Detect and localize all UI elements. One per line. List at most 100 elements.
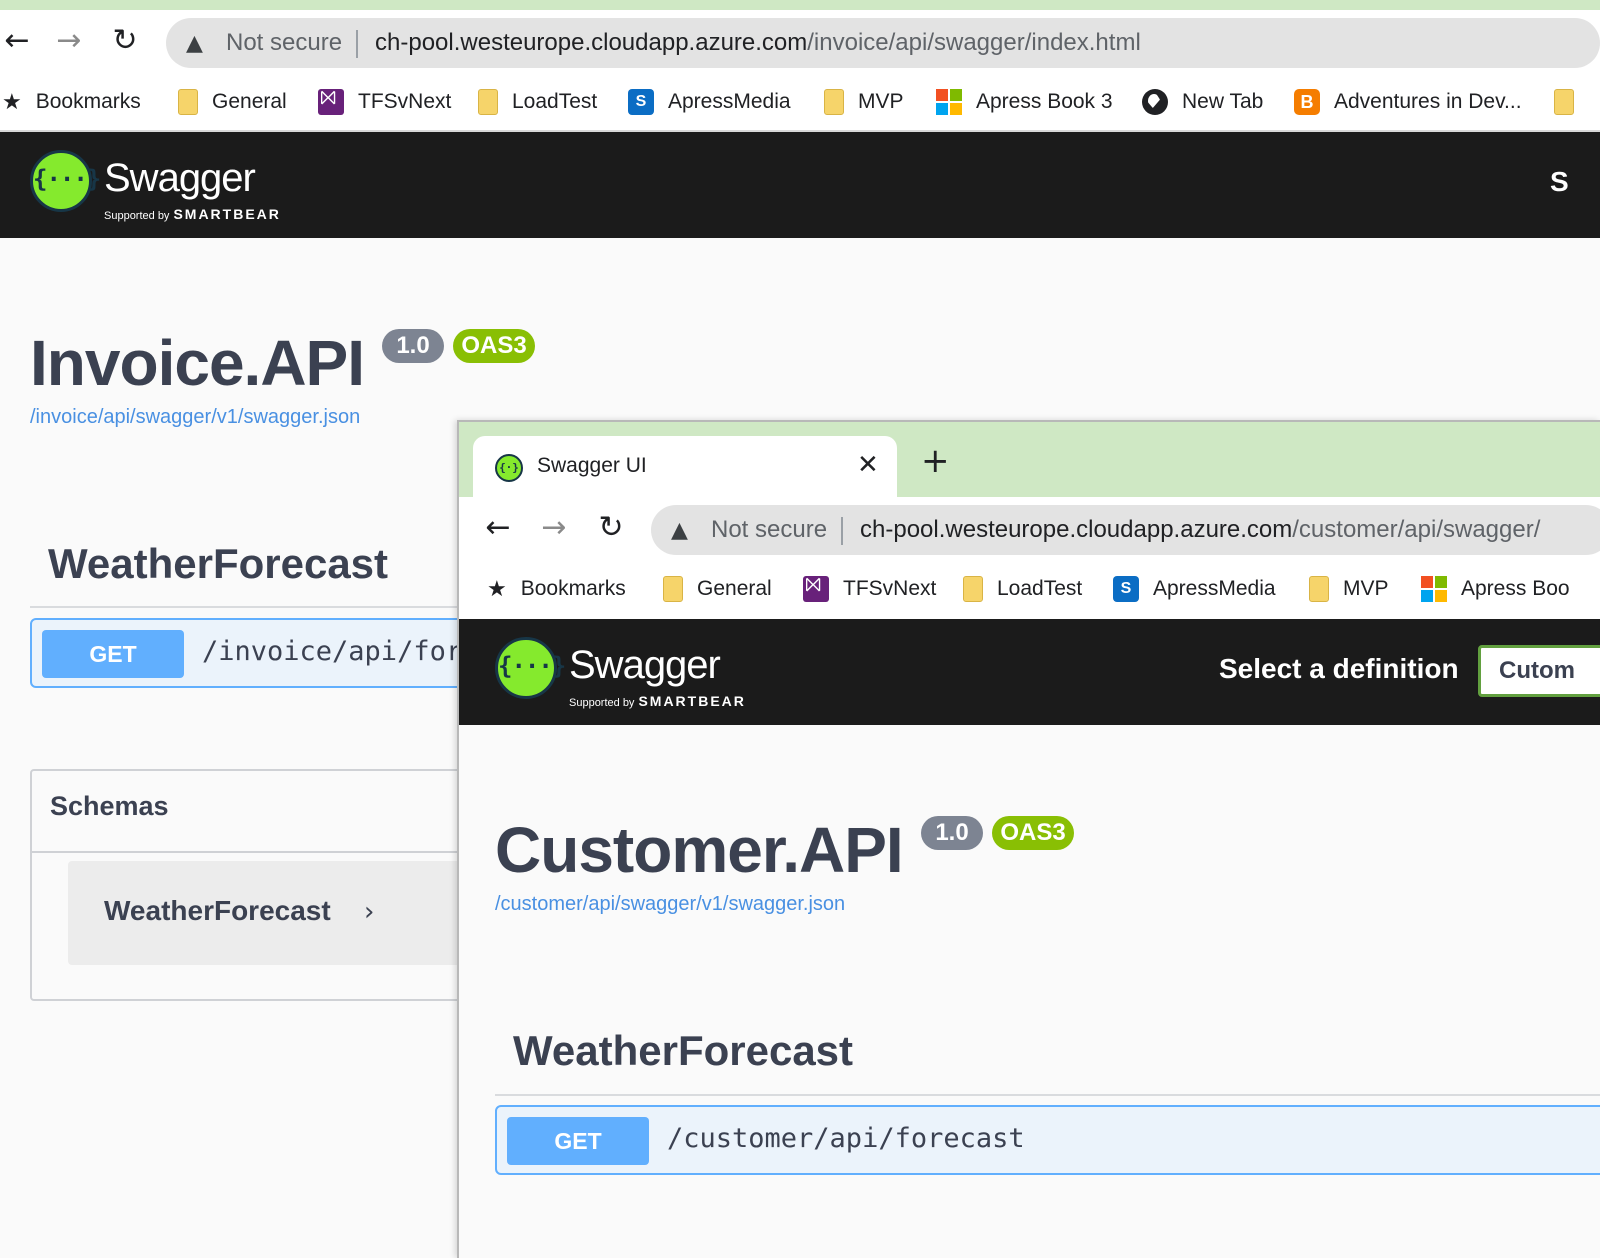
bookmark-general[interactable]: General: [663, 573, 772, 605]
url-host: ch-pool.westeurope.cloudapp.azure.com: [860, 516, 1293, 543]
bookmark-mvp[interactable]: MVP: [824, 86, 904, 118]
swagger-topbar: {···} Swagger Supported by SMARTBEAR Sele…: [459, 619, 1600, 725]
schemas-section: Schemas WeatherForecast ›: [30, 769, 508, 1001]
url-path: /invoice/api/swagger/index.html: [807, 29, 1141, 56]
smartbear-label: SMARTBEAR: [638, 693, 746, 709]
omnibox[interactable]: ▲ Not secure ch-pool.westeurope.cloudapp…: [166, 18, 1600, 68]
bookmark-label: LoadTest: [512, 90, 598, 113]
bookmark-label: Apress Book 3: [976, 90, 1113, 113]
not-secure-label: Not secure: [711, 516, 828, 543]
schema-weatherforecast[interactable]: WeatherForecast ›: [68, 861, 508, 965]
tab-strip: [0, 0, 1600, 10]
bookmark-label: TFSvNext: [358, 90, 452, 113]
reload-icon[interactable]: ↻: [594, 511, 628, 545]
address-bar-row: ← → ↻ ▲ Not secure ch-pool.westeurope.cl…: [459, 497, 1600, 563]
swagger-json-link[interactable]: /invoice/api/swagger/v1/swagger.json: [30, 406, 360, 429]
oas-badge: OAS3: [453, 329, 535, 363]
swagger-logo-icon[interactable]: {···}: [495, 637, 566, 699]
forward-arrow-icon[interactable]: →: [537, 511, 571, 545]
smartbear-label: SMARTBEAR: [173, 206, 281, 222]
bookmark-new-tab[interactable]: New Tab: [1142, 86, 1263, 118]
bookmark-apressmedia[interactable]: S ApressMedia: [1113, 573, 1276, 605]
bookmark-apress-book-3[interactable]: Apress Boo: [1421, 573, 1570, 605]
bookmarks-bar: ★ Bookmarks General TFSvNext LoadTest S Ap…: [0, 76, 1600, 132]
folder-icon: [824, 89, 844, 115]
omnibox-separator: [841, 517, 843, 545]
bookmarks-button[interactable]: ★ Bookmarks: [487, 573, 626, 605]
swagger-json-link[interactable]: /customer/api/swagger/v1/swagger.json: [495, 893, 845, 916]
get-forecast-operation[interactable]: GET /customer/api/forecast: [495, 1105, 1600, 1175]
get-method-badge: GET: [42, 630, 184, 678]
oas-badge: OAS3: [992, 816, 1074, 850]
sharepoint-icon: S: [628, 89, 654, 115]
bookmarks-bar: ★ Bookmarks General TFSvNext LoadTest S Ap…: [459, 563, 1600, 619]
bookmark-label: LoadTest: [997, 577, 1083, 600]
bookmark-tfsvnext[interactable]: TFSvNext: [318, 86, 451, 118]
back-arrow-icon[interactable]: ←: [481, 511, 515, 545]
warning-icon: ▲: [186, 31, 203, 56]
swagger-brand: Swagger: [104, 156, 256, 200]
folder-icon: [1309, 576, 1329, 602]
tag-divider: [495, 1094, 1600, 1096]
omnibox[interactable]: ▲ Not secure ch-pool.westeurope.cloudapp…: [651, 505, 1600, 555]
bookmark-general[interactable]: General: [178, 86, 287, 118]
star-icon: ★: [487, 576, 507, 601]
bookmark-label: ApressMedia: [668, 90, 791, 113]
get-method-badge: GET: [507, 1117, 649, 1165]
bookmark-label: MVP: [1343, 577, 1389, 600]
omnibox-separator: [356, 30, 358, 58]
bookmark-loadtest[interactable]: LoadTest: [963, 573, 1082, 605]
schemas-divider: [32, 851, 488, 853]
supported-by-label: Supported by: [569, 697, 635, 709]
schema-name: WeatherForecast: [104, 895, 331, 926]
supported-by-text: Supported by SMARTBEAR: [569, 693, 746, 709]
microsoft-icon: [1421, 576, 1447, 602]
back-arrow-icon[interactable]: ←: [0, 24, 34, 58]
bookmark-label: General: [212, 90, 287, 113]
bookmark-label: TFSvNext: [843, 577, 937, 600]
bookmark-label: ApressMedia: [1153, 577, 1276, 600]
microsoft-icon: [936, 89, 962, 115]
folder-icon: [478, 89, 498, 115]
bookmark-loadtest[interactable]: LoadTest: [478, 86, 597, 118]
visual-studio-icon: [318, 87, 344, 115]
blogger-icon: B: [1294, 89, 1320, 115]
tag-weatherforecast[interactable]: WeatherForecast: [48, 540, 388, 588]
new-tab-plus-icon[interactable]: +: [921, 444, 950, 478]
url-path: /customer/api/swagger/: [1292, 516, 1541, 543]
bookmark-label: General: [697, 577, 772, 600]
tab-title: Swagger UI: [537, 454, 647, 477]
bookmark-label: Apress Boo: [1461, 577, 1570, 600]
bookmark-adventures[interactable]: B Adventures in Dev...: [1294, 86, 1522, 118]
tag-divider: [30, 606, 470, 608]
forward-arrow-icon[interactable]: →: [52, 24, 86, 58]
tab-swagger-ui[interactable]: {·} Swagger UI ✕: [473, 436, 897, 497]
url-text[interactable]: ch-pool.westeurope.cloudapp.azure.com/cu…: [860, 516, 1540, 544]
schemas-title[interactable]: Schemas: [50, 791, 169, 822]
bookmark-tfsvnext[interactable]: TFSvNext: [803, 573, 936, 605]
bookmark-apressmedia[interactable]: S ApressMedia: [628, 86, 791, 118]
chevron-right-icon: ›: [364, 897, 375, 927]
reload-icon[interactable]: ↻: [108, 24, 142, 58]
get-forecast-operation[interactable]: GET /invoice/api/forecast: [30, 618, 490, 688]
swagger-logo-icon[interactable]: {···}: [30, 150, 101, 212]
bookmark-mvp[interactable]: MVP: [1309, 573, 1389, 605]
bookmark-overflow-folder[interactable]: [1554, 86, 1588, 118]
bookmark-apress-book-3[interactable]: Apress Book 3: [936, 86, 1113, 118]
bookmarks-label: Bookmarks: [520, 577, 626, 600]
definition-select[interactable]: Cutom: [1478, 645, 1600, 697]
customer-browser-window: {·} Swagger UI ✕ + ← → ↻ ▲ Not secure ch…: [457, 420, 1600, 1258]
folder-icon: [663, 576, 683, 602]
tag-weatherforecast[interactable]: WeatherForecast: [513, 1027, 853, 1075]
warning-icon: ▲: [671, 518, 688, 543]
sharepoint-icon: S: [1113, 576, 1139, 602]
close-icon[interactable]: ✕: [857, 450, 879, 480]
api-title: Invoice.API: [30, 327, 365, 399]
swagger-topbar: {···} Swagger Supported by SMARTBEAR S: [0, 132, 1600, 238]
screen: ← → ↻ ▲ Not secure ch-pool.westeurope.cl…: [0, 0, 1600, 1258]
swagger-brand: Swagger: [569, 643, 721, 687]
select-definition-label-cut: S: [1550, 166, 1569, 197]
tab-strip: {·} Swagger UI ✕ +: [459, 422, 1600, 497]
url-text[interactable]: ch-pool.westeurope.cloudapp.azure.com/in…: [375, 29, 1141, 57]
bookmarks-button[interactable]: ★ Bookmarks: [2, 86, 141, 118]
